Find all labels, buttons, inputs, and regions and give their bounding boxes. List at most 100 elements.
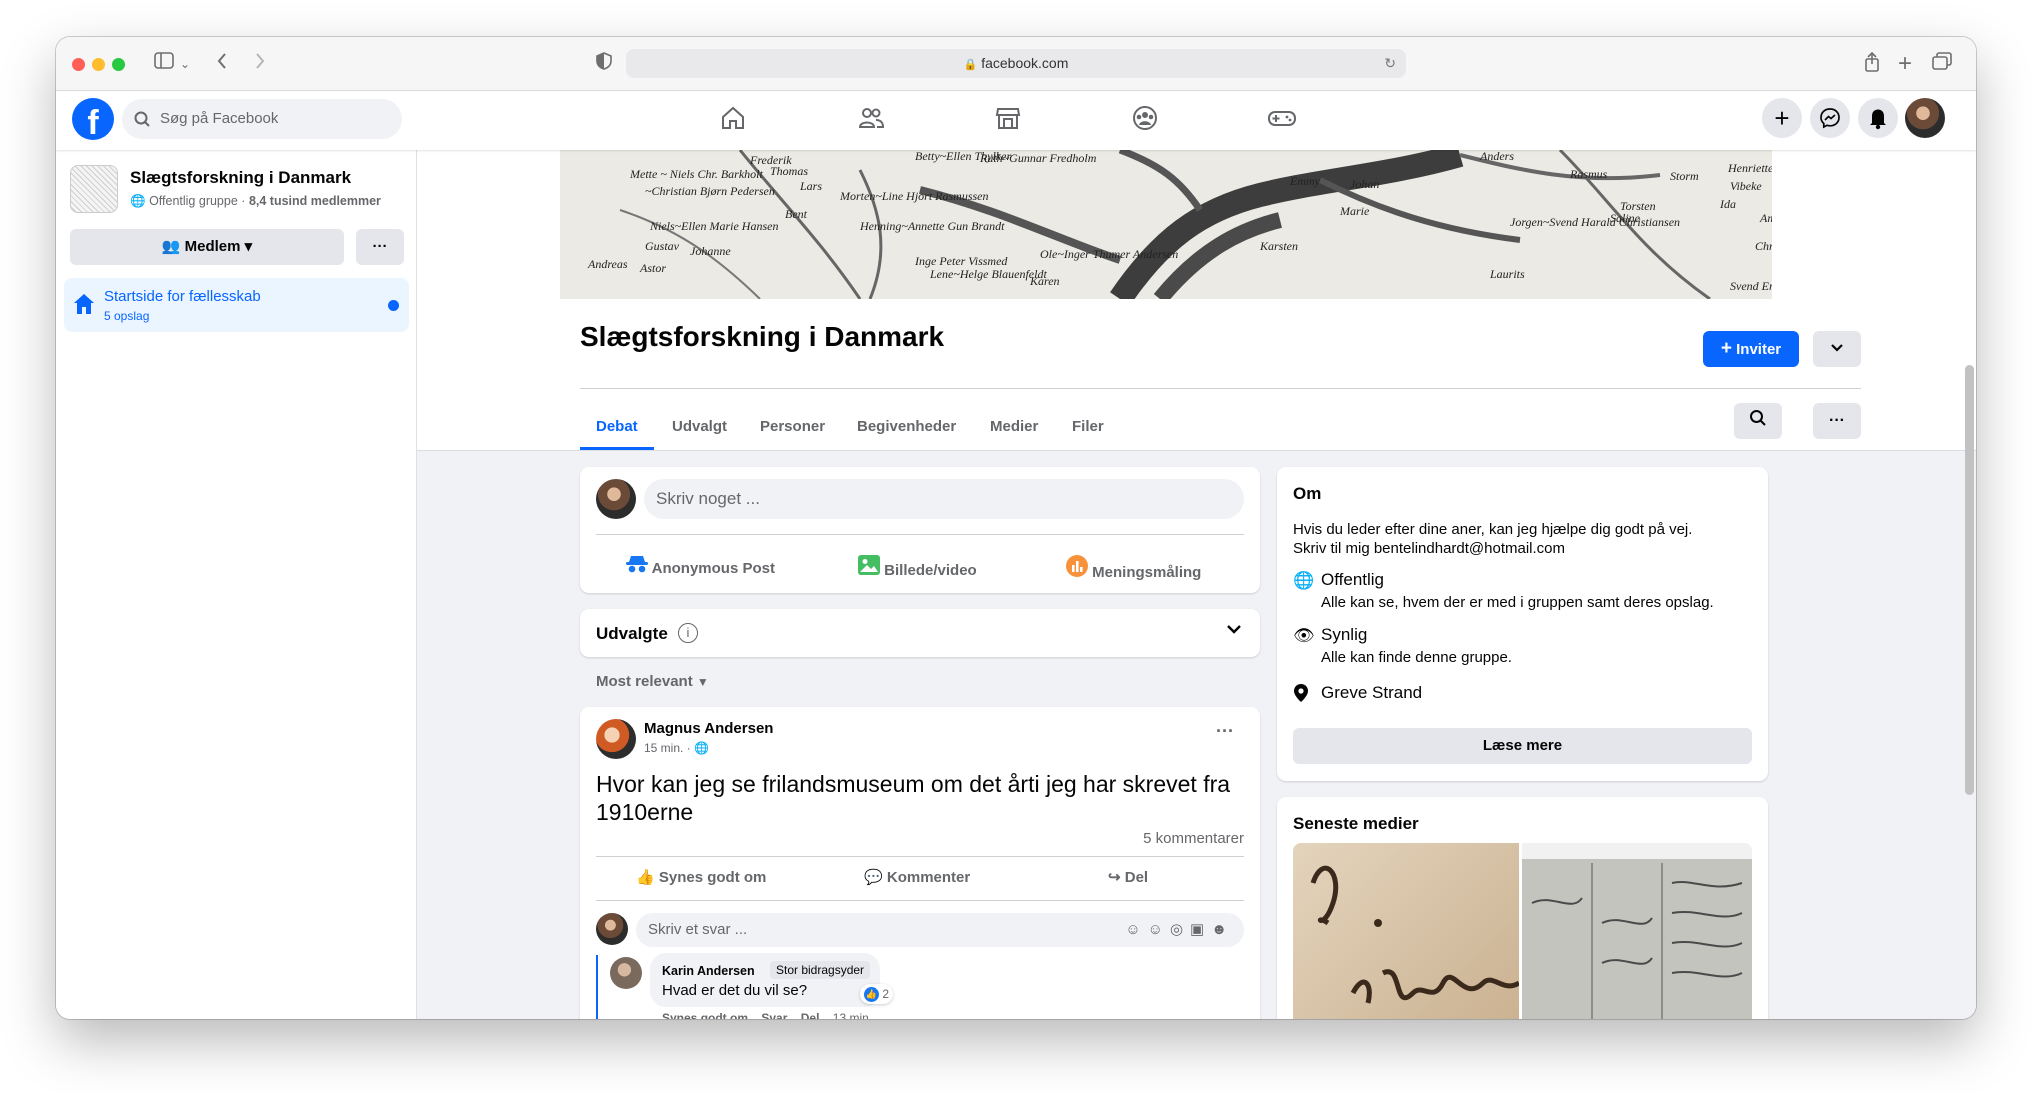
comment-like-link[interactable]: Synes godt om <box>662 1011 748 1019</box>
tab-overview-icon[interactable] <box>1932 52 1952 77</box>
cover-label: Ole~Inger Thumer Andersen <box>1040 247 1178 261</box>
member-count: 8,4 tusind medlemmer <box>248 194 381 208</box>
close-window-button[interactable] <box>72 58 85 71</box>
globe-icon: 🌐 <box>1293 571 1315 590</box>
caret-down-icon: ▼ <box>696 675 709 689</box>
cover-label: Vibeke <box>1730 179 1762 193</box>
photo-video-label: Billede/video <box>884 562 977 579</box>
group-search-button[interactable] <box>1734 403 1782 439</box>
globe-icon: 🌐 <box>130 194 146 208</box>
address-bar[interactable]: 🔒 facebook.com ↻ <box>626 49 1406 78</box>
group-thumbnail[interactable] <box>70 165 118 213</box>
tab-personer[interactable]: Personer <box>760 418 825 435</box>
share-button[interactable]: ↪ Del <box>1108 868 1148 886</box>
cover-label: Gustav <box>645 239 680 253</box>
create-icon[interactable]: + <box>1762 98 1802 138</box>
cover-label: Christina~Bente Andersen <box>1755 239 1772 253</box>
zoom-window-button[interactable] <box>112 58 125 71</box>
page-scrollbar[interactable] <box>1965 365 1974 795</box>
invite-button[interactable]: + Inviter <box>1703 331 1799 367</box>
reply-avatar[interactable] <box>596 913 628 945</box>
sidebar-group-name[interactable]: Slægtsforskning i Danmark <box>130 168 351 188</box>
tab-debat[interactable]: Debat <box>596 418 638 435</box>
featured-card[interactable]: Udvalgte i <box>580 609 1260 657</box>
post-author-avatar[interactable] <box>596 719 636 759</box>
member-button-label: Medlem <box>184 238 241 255</box>
comment-button[interactable]: 💬 Kommenter <box>864 868 970 886</box>
facebook-logo[interactable]: f <box>72 98 114 140</box>
messenger-icon[interactable] <box>1810 98 1850 138</box>
comment-label: Kommenter <box>886 869 971 886</box>
sidebar-more-button[interactable]: ··· <box>356 229 404 265</box>
notifications-icon[interactable] <box>1858 98 1898 138</box>
sidebar-toggle-icon[interactable] <box>154 52 174 76</box>
tab-begivenheder[interactable]: Begivenheder <box>857 418 956 435</box>
unread-dot <box>388 300 399 311</box>
poll-button[interactable]: Meningsmåling <box>1066 555 1201 581</box>
recent-media-card: Seneste medier <box>1277 797 1768 1019</box>
comment-text: Hvad er det du vil se? <box>662 982 808 999</box>
account-avatar[interactable] <box>1905 98 1945 138</box>
location-pin-icon <box>1293 683 1309 708</box>
back-icon[interactable] <box>216 52 228 77</box>
facebook-topbar: f Søg på Facebook + <box>56 92 1976 150</box>
composer-card: Skriv noget ... Anonymous Post Billede/v… <box>580 467 1260 593</box>
comment-reactions[interactable]: 👍 2 <box>860 984 894 1004</box>
post-divider-top <box>596 856 1244 857</box>
home-icon[interactable] <box>713 104 753 136</box>
groups-icon[interactable] <box>1125 104 1165 136</box>
cover-label: Betty~Ellen Thylker <box>915 150 1011 163</box>
like-button[interactable]: 👍 Synes godt om <box>636 868 766 886</box>
info-icon[interactable]: i <box>678 623 698 643</box>
tab-udvalgt[interactable]: Udvalgt <box>672 418 727 435</box>
comment-reply-link[interactable]: Svar <box>761 1011 787 1019</box>
friends-icon[interactable] <box>851 104 891 136</box>
group-more-button[interactable]: ··· <box>1813 403 1861 439</box>
share-icon[interactable] <box>1864 51 1880 79</box>
media-thumbnail[interactable] <box>1522 843 1752 1019</box>
comment-share-link[interactable]: Del <box>801 1011 820 1019</box>
member-button[interactable]: 👥 Medlem ▾ <box>70 229 344 265</box>
privacy-shield-icon[interactable] <box>596 52 612 77</box>
header-dropdown-button[interactable] <box>1813 331 1861 367</box>
document-scan-image <box>1522 843 1752 1019</box>
tab-medier[interactable]: Medier <box>990 418 1038 435</box>
comment-author[interactable]: Karin Andersen <box>662 964 755 978</box>
family-tree-illustration: Mette ~ Niels Chr. Barkholt ~Christian Bj… <box>560 150 1772 299</box>
poll-label: Meningsmåling <box>1092 564 1202 581</box>
forward-icon[interactable] <box>254 52 266 77</box>
post-options-icon[interactable]: ··· <box>1216 721 1234 742</box>
cover-label: Bent <box>785 207 808 221</box>
sort-dropdown[interactable]: Most relevant ▼ <box>596 673 709 690</box>
like-label: Synes godt om <box>658 869 767 886</box>
read-more-button[interactable]: Læse mere <box>1293 728 1752 764</box>
comment-avatar[interactable] <box>610 957 642 989</box>
sidebar-item-sub: 5 opslag <box>104 309 150 323</box>
cover-photo[interactable]: Mette ~ Niels Chr. Barkholt ~Christian Bj… <box>560 150 1772 299</box>
reply-input[interactable]: Skriv et svar ... ☺☺◎▣☻ <box>636 913 1244 947</box>
comment-time[interactable]: 13 min <box>833 1011 869 1019</box>
tab-filer[interactable]: Filer <box>1072 418 1104 435</box>
chevron-down-icon[interactable] <box>1226 623 1242 641</box>
contributor-badge: Stor bidragsyder <box>770 961 871 979</box>
reply-tools-icons[interactable]: ☺☺◎▣☻ <box>1125 913 1234 947</box>
minimize-window-button[interactable] <box>92 58 105 71</box>
new-tab-icon[interactable]: + <box>1898 52 1912 76</box>
reload-icon[interactable]: ↻ <box>1384 49 1396 78</box>
marketplace-icon[interactable] <box>988 104 1028 136</box>
location[interactable]: Greve Strand <box>1321 683 1422 703</box>
search-input[interactable]: Søg på Facebook <box>122 99 402 139</box>
sidebar-item-community-home[interactable]: Startside for fællesskab 5 opslag <box>64 278 409 332</box>
post-author[interactable]: Magnus Andersen <box>644 720 773 737</box>
sort-label: Most relevant <box>596 673 693 690</box>
anonymous-post-button[interactable]: Anonymous Post <box>626 555 775 577</box>
media-thumbnail[interactable] <box>1293 843 1519 1019</box>
gaming-icon[interactable] <box>1262 104 1302 136</box>
chevron-down-icon[interactable]: ⌄ <box>180 52 190 76</box>
composer-avatar[interactable] <box>596 479 636 519</box>
photo-video-button[interactable]: Billede/video <box>858 555 977 579</box>
composer-input[interactable]: Skriv noget ... <box>644 479 1244 519</box>
anonymous-post-label: Anonymous Post <box>651 560 775 577</box>
comment-count[interactable]: 5 kommentarer <box>1143 830 1244 847</box>
post-time[interactable]: 15 min. · <box>644 741 691 755</box>
